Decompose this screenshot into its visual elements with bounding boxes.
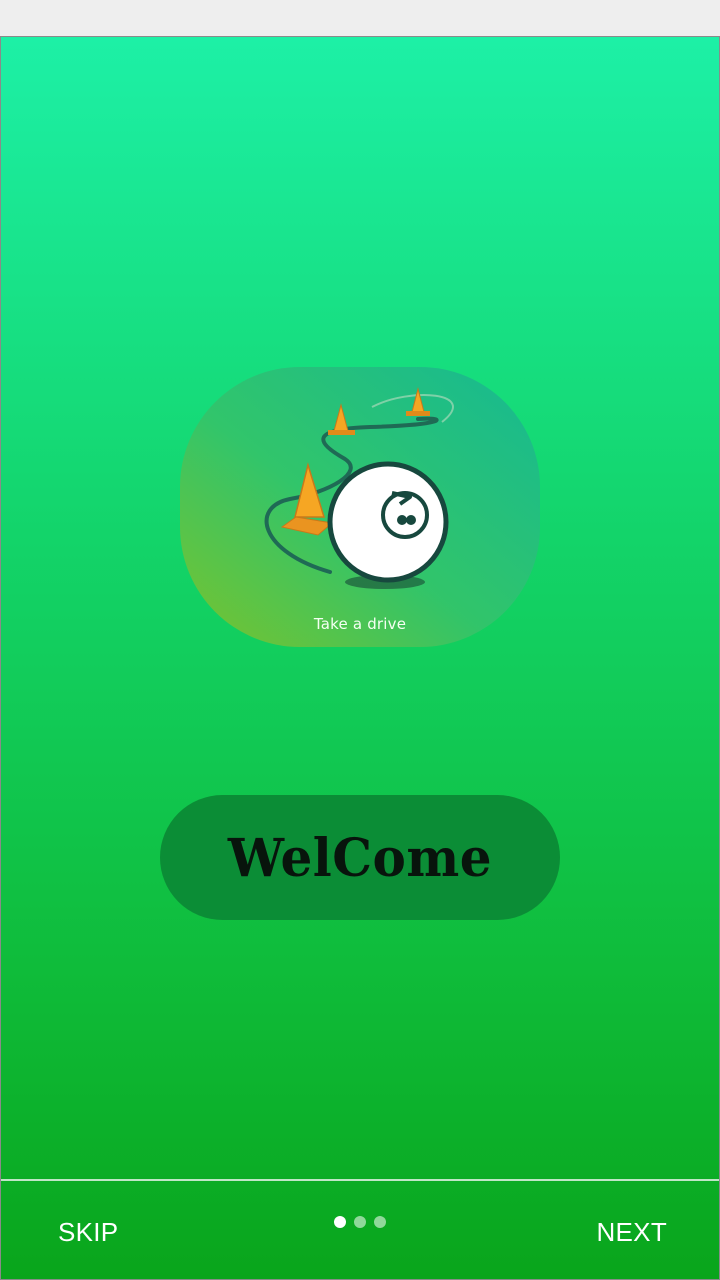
status-bar [0,0,720,36]
next-button[interactable]: NEXT [596,1217,667,1248]
page-dot-3[interactable] [374,1216,386,1228]
page-indicator [334,1216,386,1228]
onboarding-illustration: Take a drive [180,367,540,647]
onboarding-screen: Take a drive WelCome SKIP NEXT [0,36,720,1280]
illustration-caption: Take a drive [313,615,407,633]
bottom-navigation: SKIP NEXT [1,1181,719,1279]
page-dot-1[interactable] [334,1216,346,1228]
page-dot-2[interactable] [354,1216,366,1228]
welcome-banner: WelCome [160,795,560,920]
robot-ball-icon [180,367,540,647]
skip-button[interactable]: SKIP [58,1217,118,1248]
welcome-title: WelCome [227,826,493,889]
